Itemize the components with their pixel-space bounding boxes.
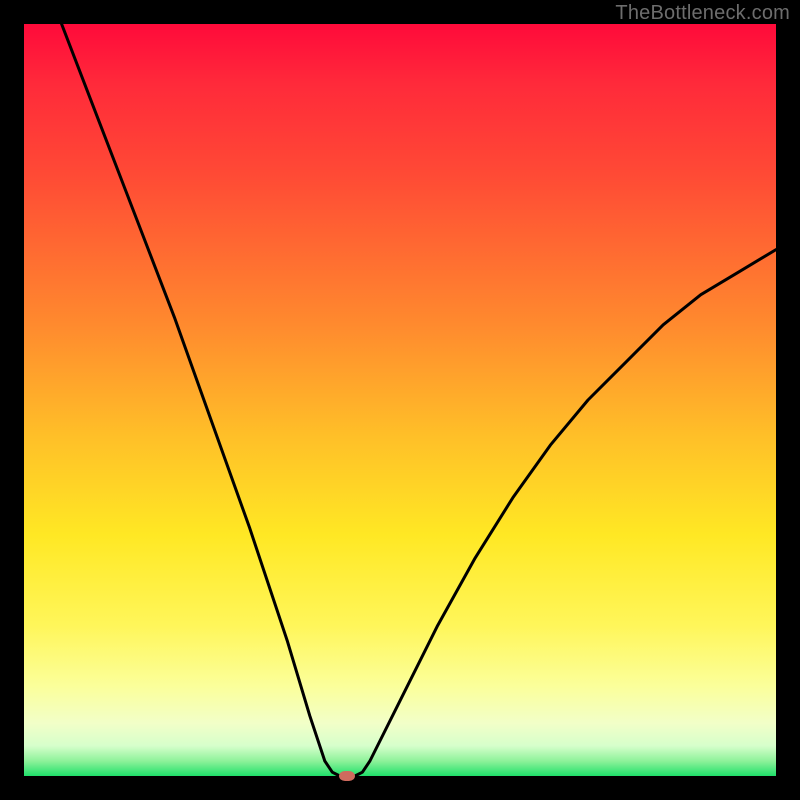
- chart-plot-area: [24, 24, 776, 776]
- watermark-text: TheBottleneck.com: [615, 2, 790, 25]
- optimal-point-marker: [339, 771, 355, 781]
- chart-frame: TheBottleneck.com: [0, 0, 800, 800]
- bottleneck-curve: [24, 24, 776, 776]
